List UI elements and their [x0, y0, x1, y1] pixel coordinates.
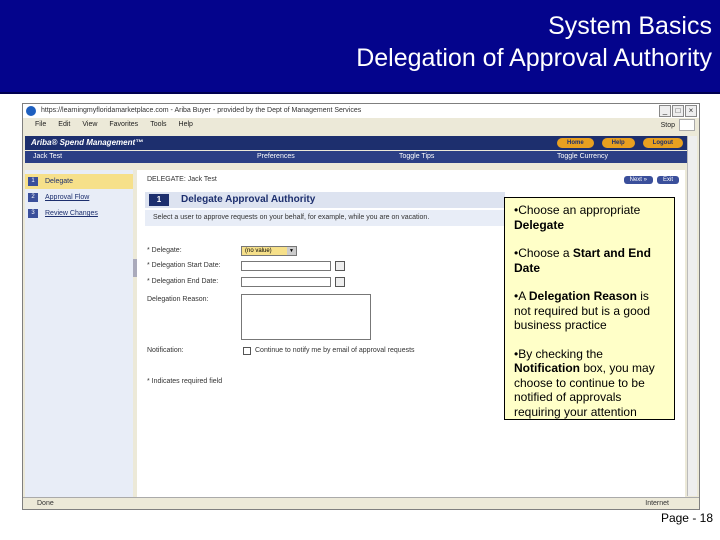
notification-checkbox[interactable]: [243, 347, 251, 355]
reason-textarea[interactable]: [241, 294, 371, 340]
instructions: Select a user to approve requests on you…: [145, 210, 505, 226]
menu-file[interactable]: File: [35, 118, 46, 132]
delegate-user-line: DELEGATE: Jack Test: [147, 176, 217, 183]
maximize-icon[interactable]: □: [672, 105, 684, 117]
ariba-brand-bar: Ariba® Spend Management™ Home Help Logou…: [25, 136, 689, 150]
callout-bullet-notification: •By checking the Notification box, you m…: [514, 346, 655, 419]
slide-title-line1: System Basics: [548, 12, 712, 40]
nav-toggle-currency[interactable]: Toggle Currency: [557, 151, 608, 163]
reason-label: Delegation Reason:: [147, 296, 209, 303]
calendar-icon[interactable]: [335, 277, 345, 287]
sidebar-item-approval-flow[interactable]: 2 Approval Flow: [25, 190, 133, 205]
logout-button[interactable]: Logout: [642, 138, 683, 148]
menu-favorites[interactable]: Favorites: [109, 118, 138, 132]
callout-bullet-reason: •A Delegation Reason is not required but…: [514, 289, 651, 332]
page-title: Delegate Approval Authority: [181, 194, 316, 205]
next-button[interactable]: Next »: [623, 176, 653, 184]
ariba-brand: Ariba® Spend Management™: [31, 138, 144, 147]
window-controls: _ □ ×: [659, 105, 697, 117]
browser-icon: [26, 106, 36, 116]
end-date-label: * Delegation End Date:: [147, 278, 219, 285]
menu-tools[interactable]: Tools: [150, 118, 166, 132]
notification-checkbox-label: Continue to notify me by email of approv…: [255, 347, 415, 354]
security-zone: Internet: [645, 500, 669, 507]
sidebar-item-review-changes[interactable]: 3 Review Changes: [25, 206, 133, 221]
step-number: 3: [28, 209, 38, 218]
delegate-select[interactable]: (no value) ▼: [241, 246, 297, 256]
wizard-buttons: Next » Exit: [623, 176, 679, 184]
menu-edit[interactable]: Edit: [58, 118, 70, 132]
exit-button[interactable]: Exit: [656, 176, 679, 184]
window-title: https://learningmyfloridamarketplace.com…: [41, 107, 362, 114]
slide-title-line2: Delegation of Approval Authority: [356, 44, 712, 72]
sidebar-item-label: Delegate: [45, 178, 74, 185]
sidebar-item-label: Approval Flow: [45, 194, 90, 201]
required-note: * Indicates required field: [147, 378, 223, 385]
nav-toggle-tips[interactable]: Toggle Tips: [399, 151, 434, 163]
callout-bullet-delegate: •Choose an appropriate Delegate: [514, 203, 641, 232]
step-header: 1 Delegate Approval Authority: [145, 192, 505, 208]
stop-button[interactable]: Stop: [661, 119, 675, 133]
top-buttons: Home Help Logout: [556, 138, 683, 148]
step-header-number: 1: [149, 194, 169, 206]
status-bar: Done Internet: [23, 497, 699, 509]
delegate-select-value: (no value): [245, 248, 272, 254]
sidebar-item-label: Review Changes: [45, 210, 98, 217]
step-number: 2: [28, 193, 38, 202]
windows-logo-icon: [679, 119, 695, 131]
notification-label: Notification:: [147, 347, 184, 354]
chevron-down-icon[interactable]: ▼: [287, 247, 296, 255]
menu-help[interactable]: Help: [179, 118, 193, 132]
delegate-label: * Delegate:: [147, 247, 182, 254]
close-icon[interactable]: ×: [685, 105, 697, 117]
menu-view[interactable]: View: [82, 118, 97, 132]
start-date-label: * Delegation Start Date:: [147, 262, 221, 269]
ariba-nav-bar: Jack Test Preferences Toggle Tips Toggle…: [25, 151, 689, 163]
menu-bar: File Edit View Favorites Tools Help Stop: [23, 118, 699, 132]
user-name: Jack Test: [33, 153, 63, 160]
status-text: Done: [37, 500, 54, 507]
callout-note: •Choose an appropriate Delegate •Choose …: [504, 197, 675, 420]
step-number: 1: [28, 177, 38, 186]
home-button[interactable]: Home: [556, 138, 594, 148]
end-date-input[interactable]: [241, 277, 331, 287]
steps-sidebar: 1 Delegate 2 Approval Flow 3 Review Chan…: [25, 170, 133, 500]
page-number: Page - 18: [660, 511, 713, 525]
nav-preferences[interactable]: Preferences: [257, 151, 295, 163]
vertical-scrollbar[interactable]: [687, 136, 697, 496]
calendar-icon[interactable]: [335, 261, 345, 271]
help-button[interactable]: Help: [601, 138, 635, 148]
slide-header: System Basics Delegation of Approval Aut…: [0, 0, 720, 94]
browser-titlebar: https://learningmyfloridamarketplace.com…: [23, 104, 699, 118]
callout-bullet-dates: •Choose a Start and End Date: [514, 246, 651, 275]
start-date-input[interactable]: [241, 261, 331, 271]
sidebar-item-delegate[interactable]: 1 Delegate: [25, 174, 133, 189]
minimize-icon[interactable]: _: [659, 105, 671, 117]
